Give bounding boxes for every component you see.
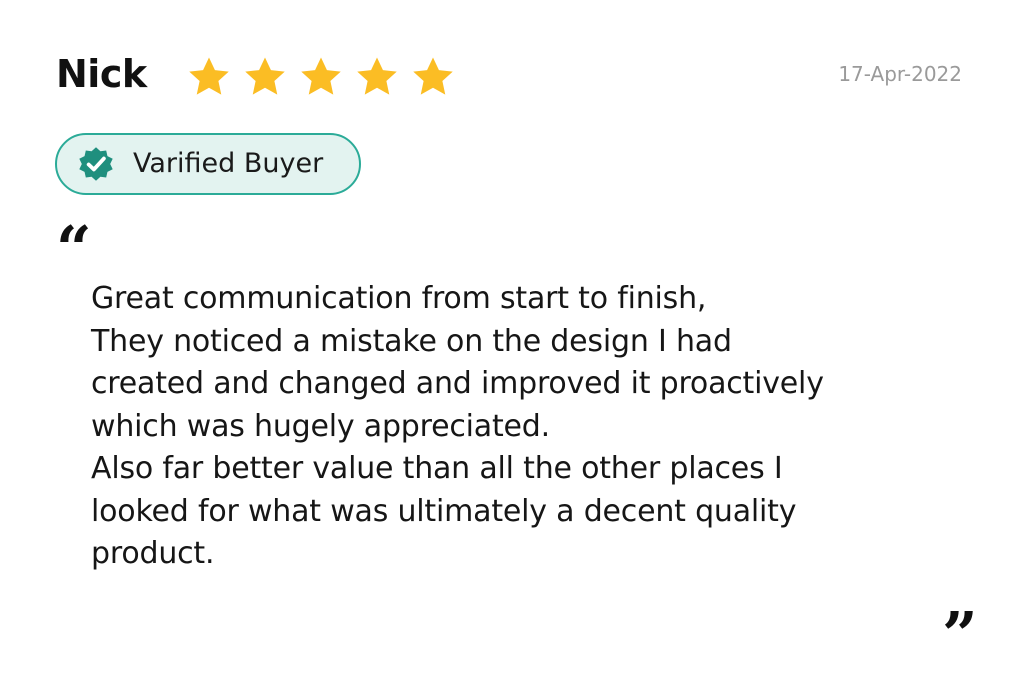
review-text-line: product. [91,536,215,571]
review-text-line: They noticed a mistake on the design I h… [91,323,732,359]
review-date: 17-Apr-2022 [838,62,962,86]
review-text-line: created and changed and improved it proa… [91,366,824,401]
review-card: Nick 17-Apr-2022 Varified Buyer “ Great … [0,0,1024,691]
review-text-line: Great communication from start to finish… [91,281,707,316]
review-text-line: which was hugely appreciated. [91,408,550,444]
star-icon [413,57,453,95]
review-text-line: Also far better value than all the other… [91,451,783,486]
review-text: Great communication from start to finish… [91,278,971,576]
star-rating [186,54,456,100]
review-text-line: looked for what was ultimately a decent … [91,493,797,529]
badge-label: Varified Buyer [133,148,324,179]
verified-check-badge-icon [79,147,113,181]
star-icon [301,57,341,95]
star-icon [189,57,229,95]
star-icon [245,57,285,95]
star-icon [357,57,397,95]
verified-buyer-badge: Varified Buyer [55,133,361,195]
open-quote-mark: “ [56,212,92,285]
reviewer-name: Nick [56,52,147,96]
close-quote-mark: ” [942,598,978,671]
